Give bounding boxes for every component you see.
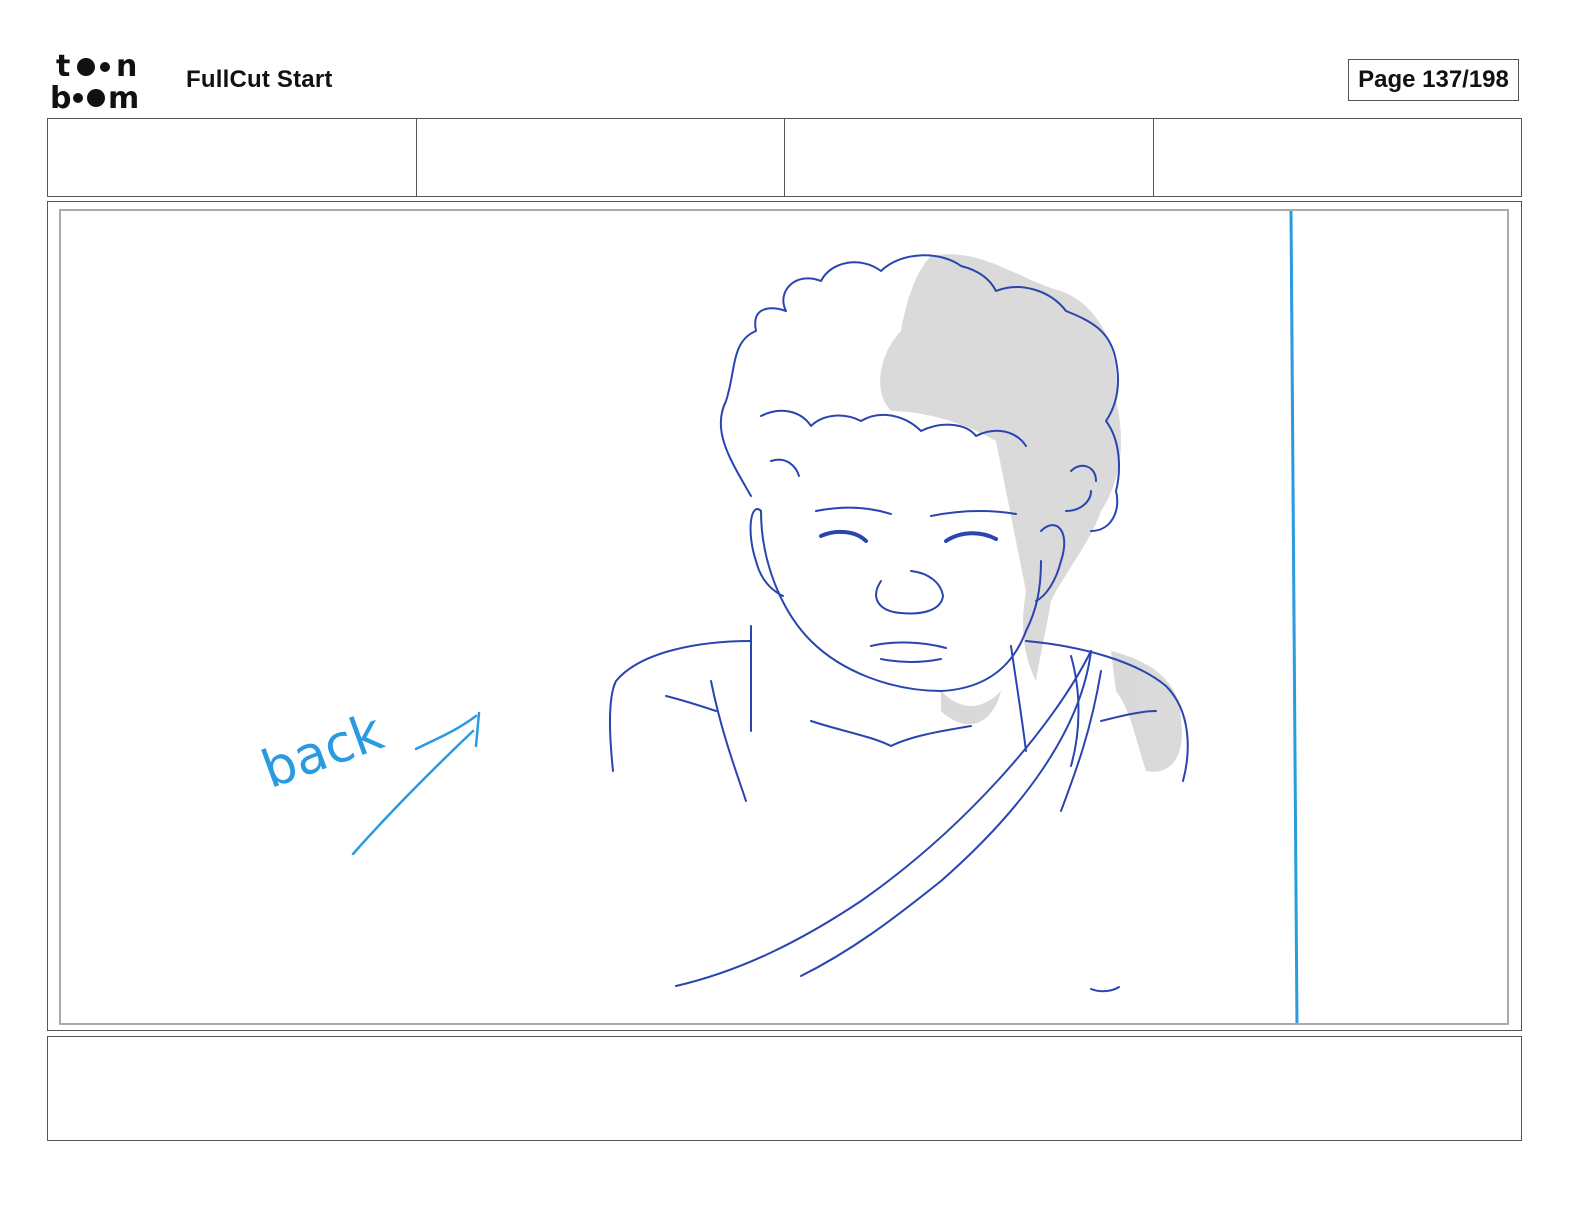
svg-text:n: n [116,50,137,84]
panel-image: back [59,209,1509,1025]
shading [880,254,1182,772]
caption-box [47,1036,1522,1141]
info-cell-3 [785,119,1154,196]
info-cell-2 [417,119,785,196]
svg-text:b: b [50,81,71,112]
info-cell-1 [48,119,417,196]
svg-text:m: m [108,81,139,112]
toonboom-logo: t n b m [50,49,164,116]
panel-info-row [47,118,1522,197]
annotation-text: back [254,702,391,801]
info-cell-4 [1154,119,1522,196]
svg-text:t: t [56,50,70,84]
project-title: FullCut Start [186,66,333,93]
storyboard-sketch: back [254,211,1299,1023]
page-counter: Page 137/198 [1348,59,1519,101]
guide-line [1289,211,1299,1023]
